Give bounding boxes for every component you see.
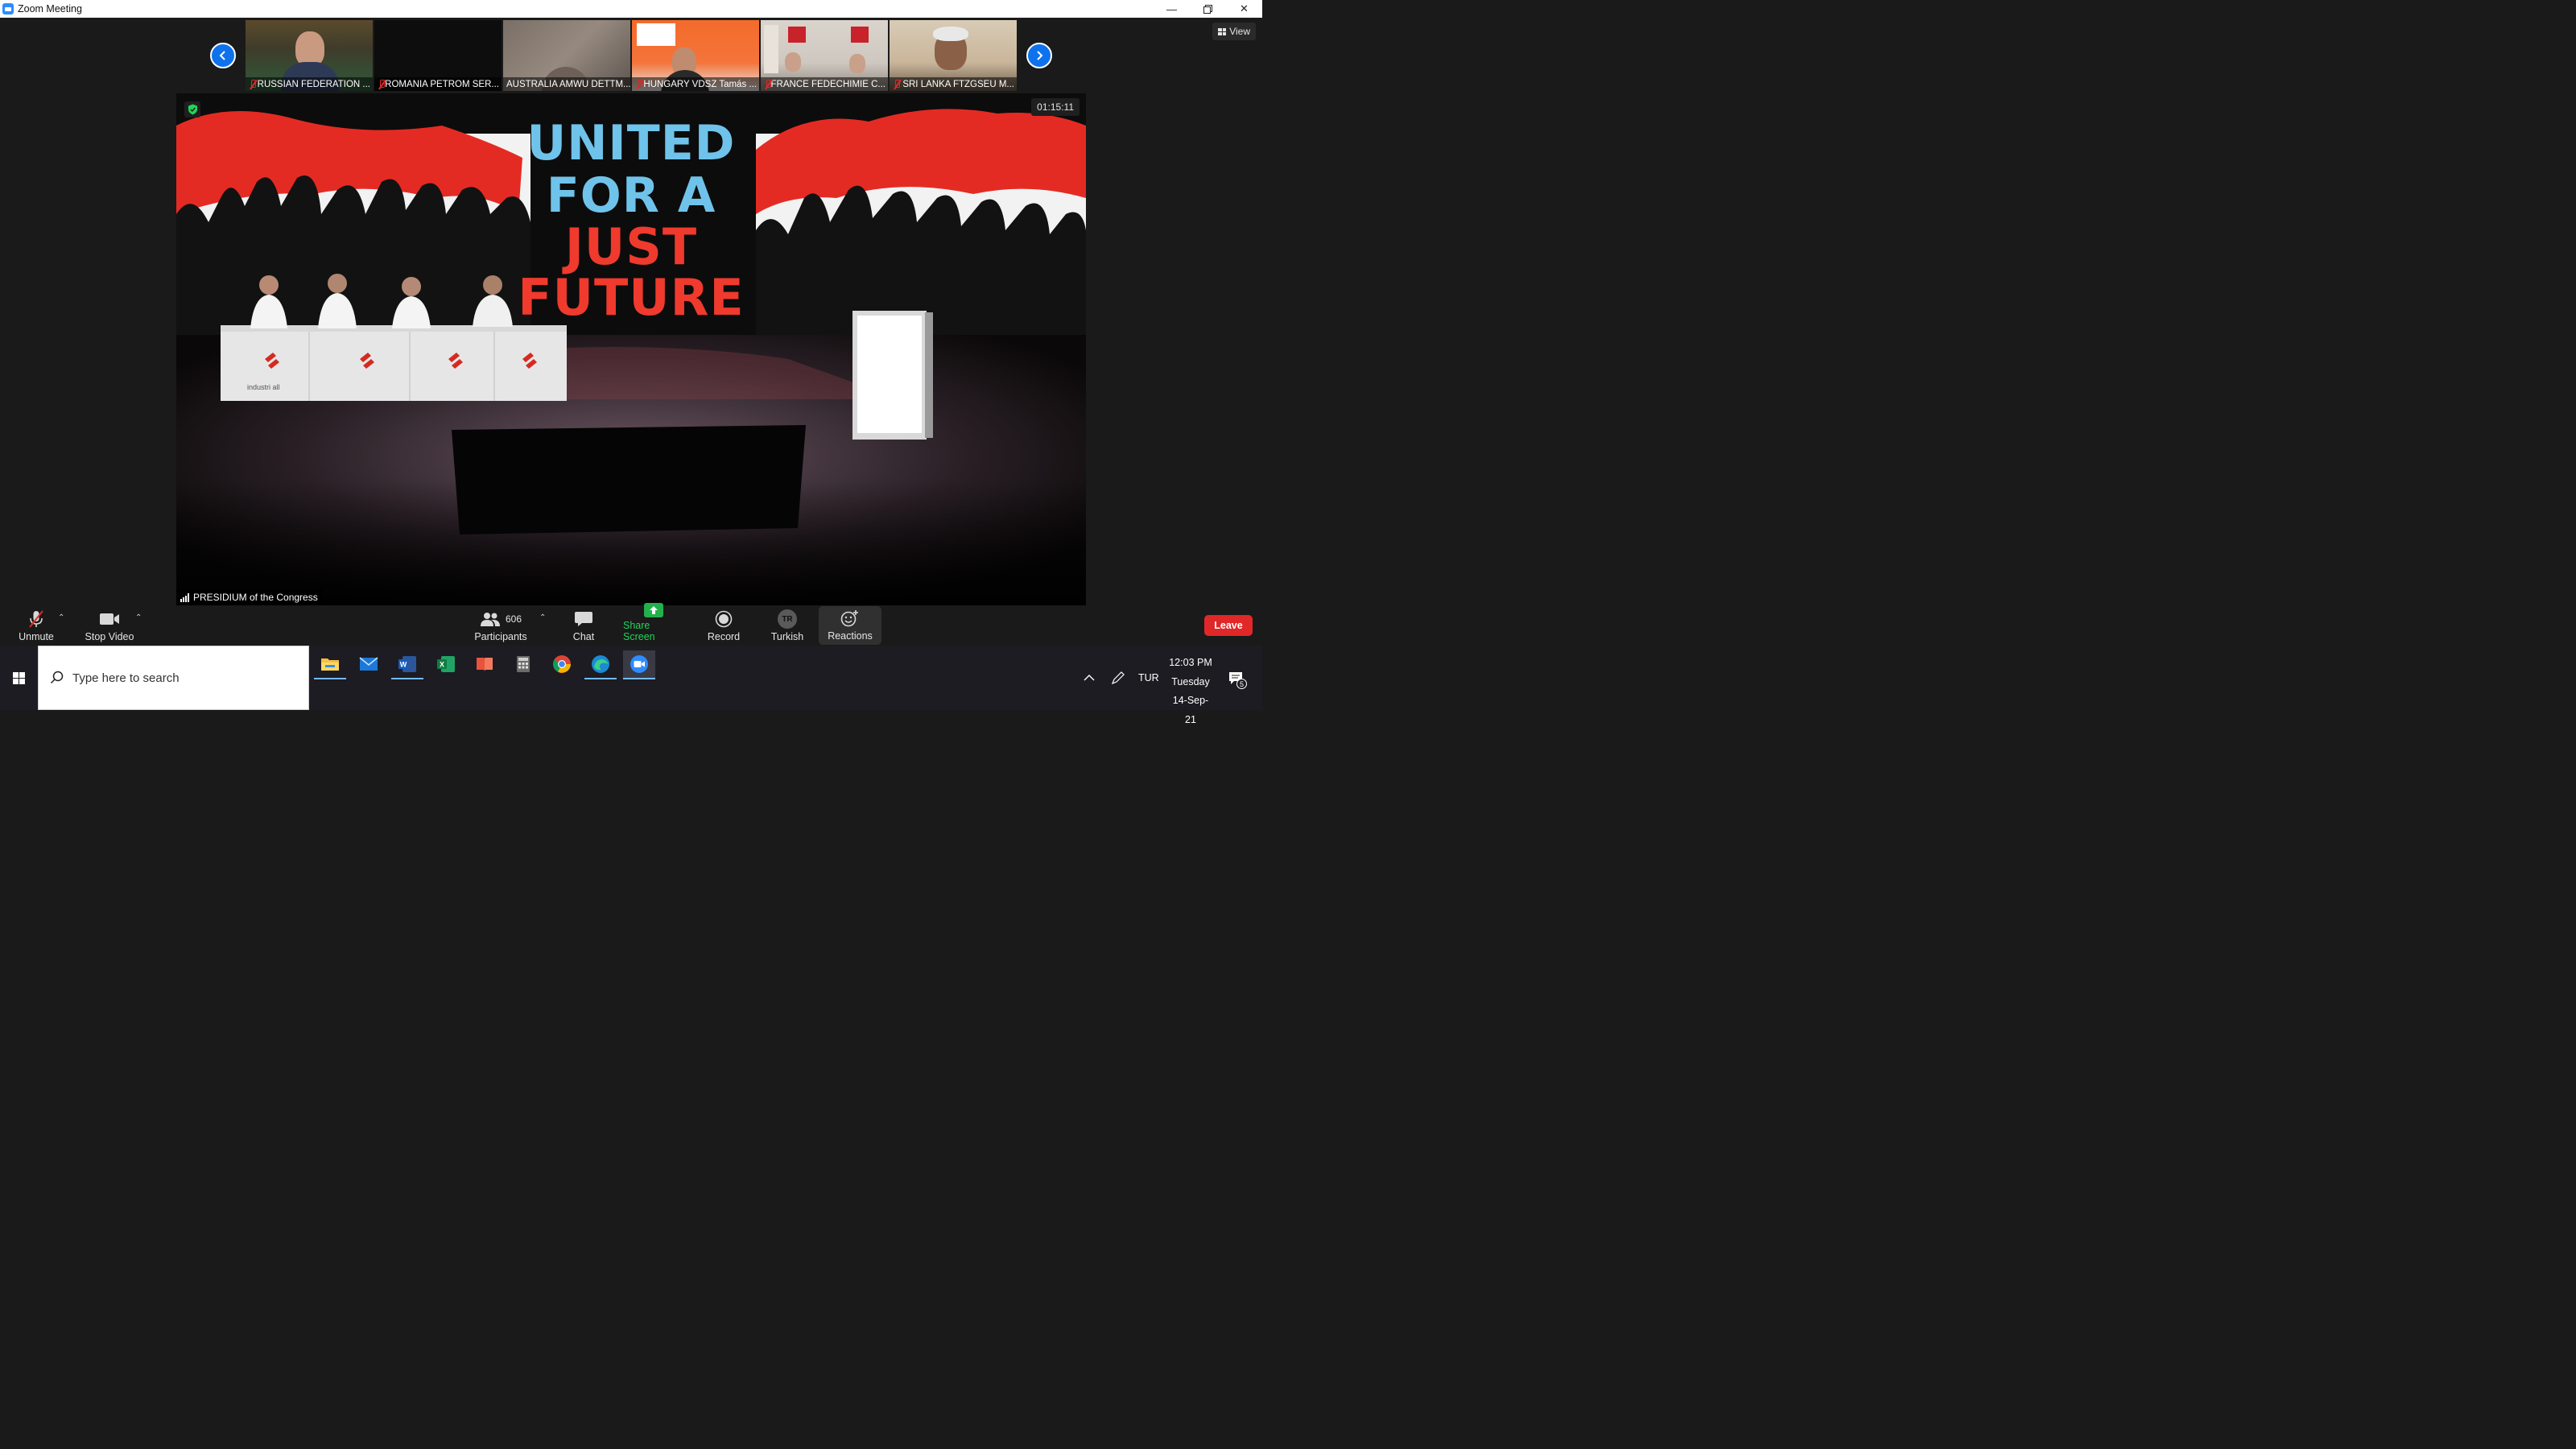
participants-icon [480,613,500,626]
excel-icon[interactable]: X [430,650,462,678]
input-language-indicator[interactable]: TUR [1138,646,1159,710]
participants-count: 606 [505,613,522,625]
mic-off-icon [27,609,46,630]
chevron-right-icon [1037,51,1043,60]
zoom-taskbar-icon[interactable] [623,650,655,679]
participant-tile[interactable]: SRI LANKA FTZGSEU M... [890,20,1017,91]
banner-line-2: FOR A [546,167,716,224]
desk-logo-text: industri all [247,383,280,391]
participant-name-label: SRI LANKA FTZGSEU M... [890,77,1017,91]
leave-button[interactable]: Leave [1204,615,1253,636]
calculator-icon[interactable] [507,650,539,678]
clock-day: Tuesday [1171,675,1210,687]
search-placeholder: Type here to search [72,671,180,685]
participant-name-label: HUNGARY VDSZ Tamás ... [632,77,759,91]
mic-muted-icon [249,79,256,89]
participants-button[interactable]: 606 Participants [473,605,528,646]
meeting-toolbar: Unmute ⌃ Stop Video ⌃ 606 Participants ⌃… [0,602,1262,646]
participant-tile[interactable]: AUSTRALIA AMWU DETTM... [503,20,630,91]
language-badge-icon: TR [778,609,797,629]
svg-text:X: X [440,661,444,669]
participant-tile[interactable]: RUSSIAN FEDERATION ... [246,20,373,91]
participant-strip: RUSSIAN FEDERATION ... ROMANIA PETROM SE… [246,20,1017,91]
search-icon [50,671,64,684]
grid-view-icon [1218,27,1227,35]
unmute-button[interactable]: Unmute [14,605,58,646]
view-button[interactable]: View [1212,23,1256,40]
minimize-button[interactable]: — [1154,0,1190,18]
reader-app-icon[interactable] [469,650,501,678]
clock-time: 12:03 PM [1169,657,1212,668]
participant-name-label: FRANCE FEDECHIMIE C... [761,77,888,91]
smiley-plus-icon [840,608,860,629]
share-screen-button[interactable]: Share Screen [623,602,684,646]
record-icon [715,609,733,630]
notification-count-badge: 5 [1236,679,1247,689]
chevron-up-icon [1084,675,1095,681]
chrome-icon[interactable] [546,650,578,678]
mail-icon[interactable] [353,650,385,678]
audio-options-caret[interactable]: ⌃ [58,613,64,622]
file-explorer-icon[interactable] [314,650,346,679]
windows-logo-icon [13,671,25,684]
participants-options-caret[interactable]: ⌃ [539,613,546,622]
next-page-button[interactable] [1026,43,1052,68]
window-titlebar: Zoom Meeting — ✕ [0,0,1262,18]
pen-tray-icon[interactable] [1111,646,1125,710]
active-speaker-label: PRESIDIUM of the Congress [176,589,322,605]
main-speaker-video[interactable]: UNITED FOR A JUST FUTURE industri all 01… [176,93,1086,605]
view-button-label: View [1229,26,1250,37]
stop-video-button[interactable]: Stop Video [84,605,135,646]
chat-bubble-icon [574,609,593,630]
svg-text:W: W [400,661,407,669]
word-icon[interactable]: W [391,650,423,679]
participant-name-label: RUSSIAN FEDERATION ... [246,77,373,91]
participant-tile[interactable]: HUNGARY VDSZ Tamás ... [632,20,759,91]
restore-button[interactable] [1190,0,1226,18]
signal-strength-icon [180,592,189,602]
banner-line-4: FUTURE [518,268,745,327]
window-title: Zoom Meeting [18,3,82,14]
video-options-caret[interactable]: ⌃ [135,613,142,622]
participant-tile[interactable]: ROMANIA PETROM SER... [374,20,502,91]
mic-muted-icon [635,79,643,89]
encryption-shield-icon[interactable] [184,101,200,118]
windows-taskbar: Type here to search W X TUR 12:03 PM Tue… [0,646,1262,725]
banner-line-3: JUST [564,217,698,276]
action-center-button[interactable]: 5 [1228,671,1247,689]
reactions-button[interactable]: Reactions [819,606,881,645]
mic-muted-icon [893,79,901,89]
clock-date: 14-Sep-21 [1172,695,1209,725]
record-button[interactable]: Record [705,605,742,646]
share-screen-icon [643,602,664,618]
meeting-timer: 01:15:11 [1031,98,1080,116]
banner-line-1: UNITED [526,115,736,171]
close-button[interactable]: ✕ [1226,0,1262,18]
edge-icon[interactable] [584,650,617,679]
chevron-left-icon [219,51,225,60]
mic-muted-icon [764,79,771,89]
interpretation-button[interactable]: TR Turkish [768,605,807,646]
zoom-app-icon [2,3,14,14]
video-camera-icon [99,609,120,630]
meeting-area: View RUSSIAN FEDERATION ... ROMANIA PETR… [0,18,1262,646]
show-hidden-icons-button[interactable] [1084,646,1095,710]
taskbar-search-box[interactable]: Type here to search [38,646,309,710]
mic-muted-icon [378,79,386,89]
chat-button[interactable]: Chat [567,605,601,646]
participant-tile[interactable]: FRANCE FEDECHIMIE C... [761,20,888,91]
participant-name-label: ROMANIA PETROM SER... [374,77,502,91]
start-button[interactable] [0,646,38,710]
taskbar-clock[interactable]: 12:03 PM Tuesday 14-Sep-21 [1167,654,1214,729]
participant-name-label: AUSTRALIA AMWU DETTM... [503,77,630,91]
previous-page-button[interactable] [210,43,236,68]
